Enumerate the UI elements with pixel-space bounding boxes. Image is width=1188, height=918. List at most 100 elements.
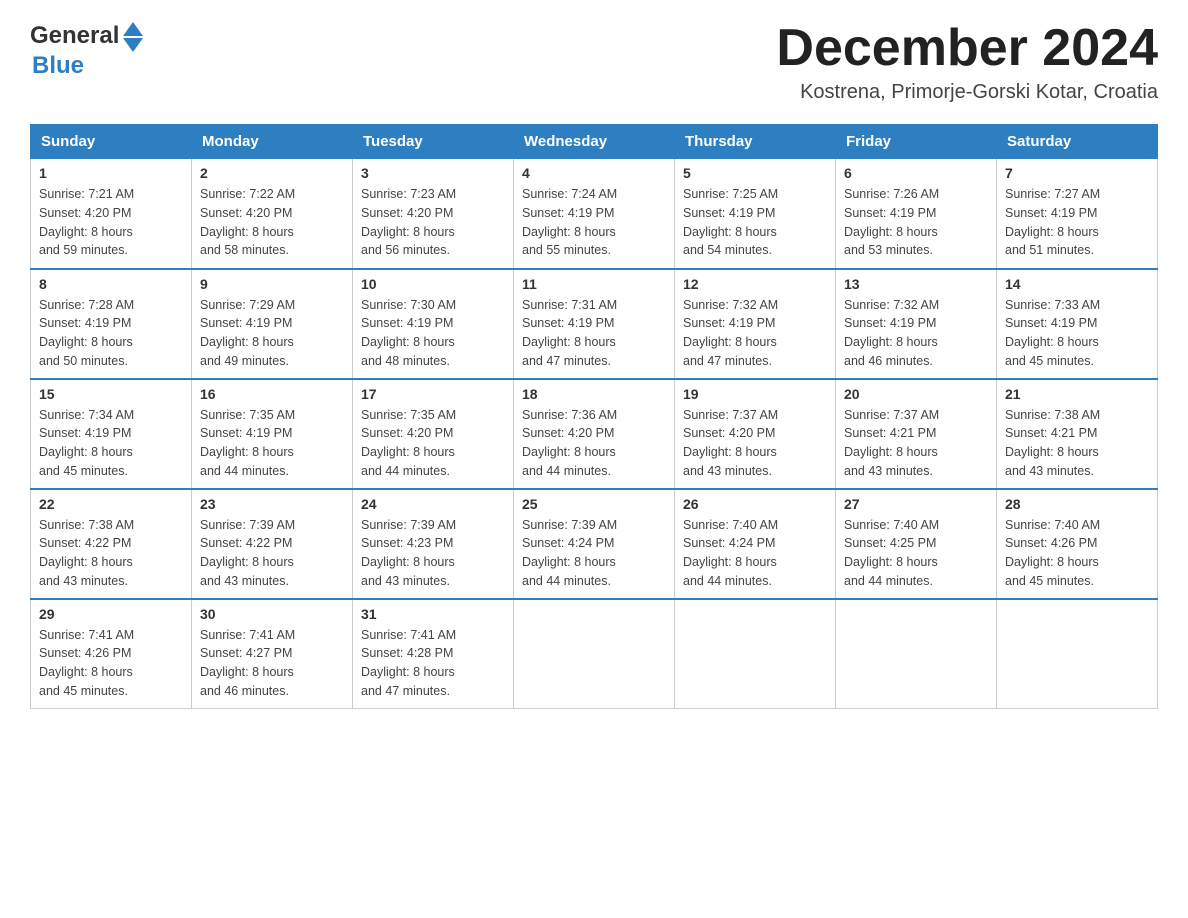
calendar-day-cell: 10 Sunrise: 7:30 AMSunset: 4:19 PMDayligh… [353, 269, 514, 379]
calendar-day-cell: 7 Sunrise: 7:27 AMSunset: 4:19 PMDaylight… [997, 159, 1158, 269]
day-info: Sunrise: 7:40 AMSunset: 4:26 PMDaylight:… [1005, 516, 1149, 591]
calendar-day-cell: 6 Sunrise: 7:26 AMSunset: 4:19 PMDaylight… [836, 159, 997, 269]
day-info: Sunrise: 7:25 AMSunset: 4:19 PMDaylight:… [683, 185, 827, 260]
calendar-day-cell: 3 Sunrise: 7:23 AMSunset: 4:20 PMDaylight… [353, 159, 514, 269]
calendar-day-cell: 22 Sunrise: 7:38 AMSunset: 4:22 PMDayligh… [31, 489, 192, 599]
day-number: 1 [39, 165, 183, 181]
day-number: 8 [39, 276, 183, 292]
calendar-day-cell: 11 Sunrise: 7:31 AMSunset: 4:19 PMDayligh… [514, 269, 675, 379]
calendar-day-cell: 30 Sunrise: 7:41 AMSunset: 4:27 PMDayligh… [192, 599, 353, 709]
day-number: 19 [683, 386, 827, 402]
col-sunday: Sunday [31, 125, 192, 159]
col-saturday: Saturday [997, 125, 1158, 159]
day-number: 25 [522, 496, 666, 512]
day-number: 21 [1005, 386, 1149, 402]
month-title: December 2024 [776, 20, 1158, 77]
day-info: Sunrise: 7:21 AMSunset: 4:20 PMDaylight:… [39, 185, 183, 260]
day-number: 13 [844, 276, 988, 292]
col-wednesday: Wednesday [514, 125, 675, 159]
calendar-day-cell: 14 Sunrise: 7:33 AMSunset: 4:19 PMDayligh… [997, 269, 1158, 379]
day-info: Sunrise: 7:41 AMSunset: 4:27 PMDaylight:… [200, 626, 344, 701]
day-number: 16 [200, 386, 344, 402]
day-number: 10 [361, 276, 505, 292]
day-info: Sunrise: 7:22 AMSunset: 4:20 PMDaylight:… [200, 185, 344, 260]
day-number: 12 [683, 276, 827, 292]
calendar-day-cell: 21 Sunrise: 7:38 AMSunset: 4:21 PMDayligh… [997, 379, 1158, 489]
day-info: Sunrise: 7:38 AMSunset: 4:22 PMDaylight:… [39, 516, 183, 591]
day-info: Sunrise: 7:39 AMSunset: 4:22 PMDaylight:… [200, 516, 344, 591]
day-info: Sunrise: 7:34 AMSunset: 4:19 PMDaylight:… [39, 406, 183, 481]
day-info: Sunrise: 7:35 AMSunset: 4:19 PMDaylight:… [200, 406, 344, 481]
day-number: 15 [39, 386, 183, 402]
calendar-day-cell: 24Sunrise: 7:39 AMSunset: 4:23 PMDayligh… [353, 489, 514, 599]
day-info: Sunrise: 7:39 AMSunset: 4:24 PMDaylight:… [522, 516, 666, 591]
day-info: Sunrise: 7:30 AMSunset: 4:19 PMDaylight:… [361, 296, 505, 371]
calendar-day-cell: 26Sunrise: 7:40 AMSunset: 4:24 PMDayligh… [675, 489, 836, 599]
calendar-day-cell: 27Sunrise: 7:40 AMSunset: 4:25 PMDayligh… [836, 489, 997, 599]
day-number: 9 [200, 276, 344, 292]
day-number: 22 [39, 496, 183, 512]
calendar-table: Sunday Monday Tuesday Wednesday Thursday… [30, 124, 1158, 709]
day-number: 23 [200, 496, 344, 512]
day-info: Sunrise: 7:38 AMSunset: 4:21 PMDaylight:… [1005, 406, 1149, 481]
calendar-day-cell: 17 Sunrise: 7:35 AMSunset: 4:20 PMDayligh… [353, 379, 514, 489]
day-number: 6 [844, 165, 988, 181]
col-tuesday: Tuesday [353, 125, 514, 159]
calendar-day-cell: 8 Sunrise: 7:28 AMSunset: 4:19 PMDaylight… [31, 269, 192, 379]
calendar-week-5: 29Sunrise: 7:41 AMSunset: 4:26 PMDayligh… [31, 599, 1158, 709]
day-info: Sunrise: 7:26 AMSunset: 4:19 PMDaylight:… [844, 185, 988, 260]
calendar-body: 1 Sunrise: 7:21 AMSunset: 4:20 PMDaylight… [31, 159, 1158, 709]
calendar-day-cell: 2 Sunrise: 7:22 AMSunset: 4:20 PMDaylight… [192, 159, 353, 269]
calendar-week-4: 22 Sunrise: 7:38 AMSunset: 4:22 PMDayligh… [31, 489, 1158, 599]
calendar-day-cell: 23 Sunrise: 7:39 AMSunset: 4:22 PMDayligh… [192, 489, 353, 599]
calendar-day-cell: 18Sunrise: 7:36 AMSunset: 4:20 PMDayligh… [514, 379, 675, 489]
calendar-day-cell: 4 Sunrise: 7:24 AMSunset: 4:19 PMDaylight… [514, 159, 675, 269]
day-number: 17 [361, 386, 505, 402]
calendar-day-cell: 9 Sunrise: 7:29 AMSunset: 4:19 PMDaylight… [192, 269, 353, 379]
logo: General Blue [30, 20, 143, 80]
day-info: Sunrise: 7:32 AMSunset: 4:19 PMDaylight:… [683, 296, 827, 371]
calendar-day-cell: 1 Sunrise: 7:21 AMSunset: 4:20 PMDaylight… [31, 159, 192, 269]
calendar-day-cell: 29Sunrise: 7:41 AMSunset: 4:26 PMDayligh… [31, 599, 192, 709]
day-number: 5 [683, 165, 827, 181]
calendar-day-cell: 28 Sunrise: 7:40 AMSunset: 4:26 PMDayligh… [997, 489, 1158, 599]
calendar-week-1: 1 Sunrise: 7:21 AMSunset: 4:20 PMDaylight… [31, 159, 1158, 269]
calendar-day-cell: 19Sunrise: 7:37 AMSunset: 4:20 PMDayligh… [675, 379, 836, 489]
day-info: Sunrise: 7:40 AMSunset: 4:24 PMDaylight:… [683, 516, 827, 591]
location-title: Kostrena, Primorje-Gorski Kotar, Croatia [776, 81, 1158, 104]
calendar-day-cell: 15 Sunrise: 7:34 AMSunset: 4:19 PMDayligh… [31, 379, 192, 489]
day-info: Sunrise: 7:33 AMSunset: 4:19 PMDaylight:… [1005, 296, 1149, 371]
calendar-day-cell: 31 Sunrise: 7:41 AMSunset: 4:28 PMDayligh… [353, 599, 514, 709]
day-info: Sunrise: 7:39 AMSunset: 4:23 PMDaylight:… [361, 516, 505, 591]
day-info: Sunrise: 7:40 AMSunset: 4:25 PMDaylight:… [844, 516, 988, 591]
day-info: Sunrise: 7:29 AMSunset: 4:19 PMDaylight:… [200, 296, 344, 371]
day-number: 29 [39, 606, 183, 622]
day-number: 2 [200, 165, 344, 181]
day-number: 28 [1005, 496, 1149, 512]
day-info: Sunrise: 7:35 AMSunset: 4:20 PMDaylight:… [361, 406, 505, 481]
day-number: 14 [1005, 276, 1149, 292]
calendar-header-row: Sunday Monday Tuesday Wednesday Thursday… [31, 125, 1158, 159]
day-number: 3 [361, 165, 505, 181]
logo-blue-text: Blue [32, 52, 143, 80]
col-thursday: Thursday [675, 125, 836, 159]
day-number: 7 [1005, 165, 1149, 181]
day-info: Sunrise: 7:32 AMSunset: 4:19 PMDaylight:… [844, 296, 988, 371]
day-number: 4 [522, 165, 666, 181]
day-number: 11 [522, 276, 666, 292]
calendar-day-cell [997, 599, 1158, 709]
calendar-day-cell: 20Sunrise: 7:37 AMSunset: 4:21 PMDayligh… [836, 379, 997, 489]
calendar-day-cell [514, 599, 675, 709]
calendar-day-cell [836, 599, 997, 709]
col-monday: Monday [192, 125, 353, 159]
day-number: 30 [200, 606, 344, 622]
day-info: Sunrise: 7:41 AMSunset: 4:28 PMDaylight:… [361, 626, 505, 701]
day-info: Sunrise: 7:28 AMSunset: 4:19 PMDaylight:… [39, 296, 183, 371]
calendar-title-area: December 2024 Kostrena, Primorje-Gorski … [776, 20, 1158, 104]
day-number: 31 [361, 606, 505, 622]
day-info: Sunrise: 7:27 AMSunset: 4:19 PMDaylight:… [1005, 185, 1149, 260]
day-info: Sunrise: 7:24 AMSunset: 4:19 PMDaylight:… [522, 185, 666, 260]
day-info: Sunrise: 7:31 AMSunset: 4:19 PMDaylight:… [522, 296, 666, 371]
day-info: Sunrise: 7:37 AMSunset: 4:21 PMDaylight:… [844, 406, 988, 481]
day-info: Sunrise: 7:23 AMSunset: 4:20 PMDaylight:… [361, 185, 505, 260]
